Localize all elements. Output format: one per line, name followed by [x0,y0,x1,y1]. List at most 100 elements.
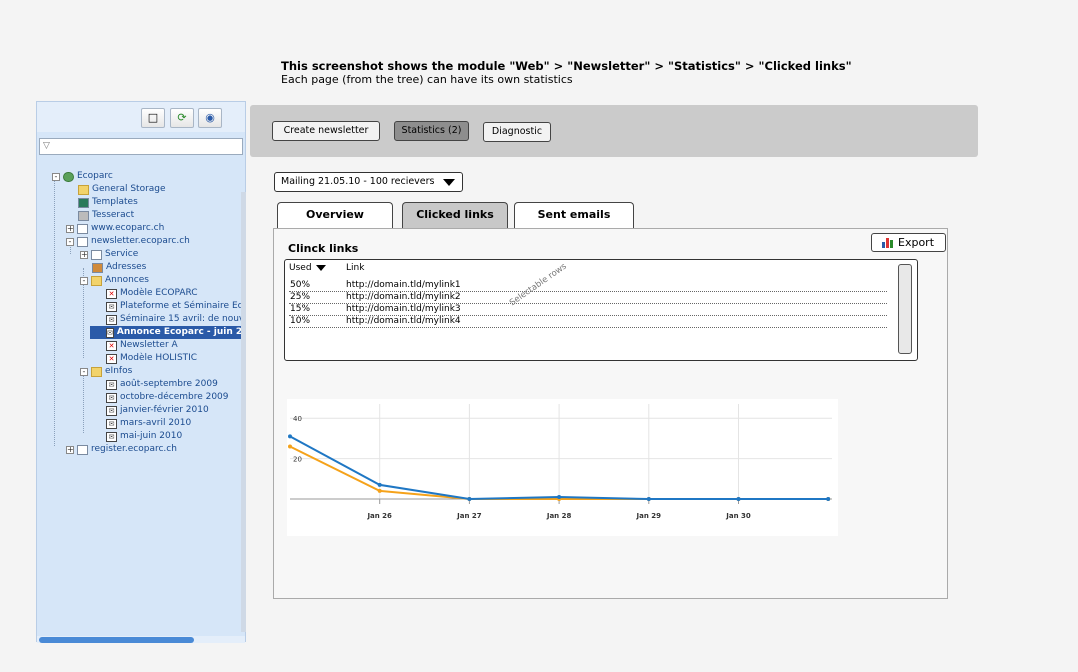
mailing-select[interactable]: Mailing 21.05.10 - 100 recievers [274,172,463,192]
mail-icon: ✉ [106,418,117,429]
panel-title: Clinck links [288,242,359,255]
globe-icon [63,171,74,182]
tree-toolbar: □ ⟳ ◉ [37,102,245,132]
tree-item-adresses[interactable]: Adresses [92,261,146,274]
tree-item-ecoparc[interactable]: - Ecoparc [52,170,113,183]
caption-title: This screenshot shows the module "Web" >… [281,59,852,73]
tree-item-www-ecoparc[interactable]: + www.ecoparc.ch [66,222,164,235]
data-point [736,497,741,501]
tab-sent-emails[interactable]: Sent emails [514,202,634,229]
tree-horizontal-scrollbar[interactable] [39,637,194,643]
x-tick-label: Jan 29 [636,512,662,520]
help-icon[interactable]: ◉ [198,108,222,128]
tab-overview[interactable]: Overview [277,202,393,229]
sort-down-icon [315,264,326,271]
screenshot-root: { "caption": { "title": "This screenshot… [0,0,1078,672]
clicked-links-panel: Clinck links Export Used Link 50% http:/… [273,228,948,599]
cell-used: 50% [290,280,311,290]
gear-icon [78,210,89,221]
tree-item-mars-avril[interactable]: ✉ mars-avril 2010 [106,417,191,430]
tree-item-aout-septembre[interactable]: ✉ août-septembre 2009 [106,378,218,391]
filter-icon: ▽ [43,141,50,151]
users-icon [92,262,103,273]
page-tree: - Ecoparc General Storage Templates Tess… [37,166,242,606]
x-tick-label: Jan 26 [366,512,392,520]
data-point [377,488,382,493]
tree-item-modele-holistic[interactable]: ✕ Modèle HOLISTIC [106,352,197,365]
export-button[interactable]: Export [871,233,946,252]
cell-used: 10% [290,316,311,326]
tree-item-modele-ecoparc[interactable]: ✕ Modèle ECOPARC [106,287,198,300]
data-point [826,497,831,501]
links-table: Used Link 50% http://domain.tld/mylink1 … [284,259,918,361]
expand-icon[interactable]: + [80,250,88,259]
tree-filter-input[interactable]: ▽ [39,138,243,155]
mail-icon: ✉ [106,405,117,416]
table-row[interactable]: 15% http://domain.tld/mylink3 [289,304,887,316]
page-icon [77,223,88,234]
tree-item-service[interactable]: + Service [80,248,138,261]
templates-icon [78,197,89,208]
cell-link: http://domain.tld/mylink1 [346,280,461,290]
page-icon [91,249,102,260]
table-row[interactable]: 25% http://domain.tld/mylink2 [289,292,887,304]
tree-item-templates[interactable]: Templates [78,196,138,209]
expand-icon[interactable]: + [66,224,74,233]
column-header-used[interactable]: Used [289,263,326,273]
tree-item-janvier-fevrier[interactable]: ✉ janvier-février 2010 [106,404,209,417]
tree-item-annonce-juin[interactable]: ✉ Annonce Ecoparc - juin 20 [90,326,242,339]
data-point [646,497,651,501]
tree-item-plateforme[interactable]: ✉ Plateforme et Séminaire Ecop [106,300,242,313]
mail-icon: ✉ [106,392,117,403]
data-point [377,482,382,487]
tree-vertical-scrollbar[interactable] [241,192,246,632]
column-header-link[interactable]: Link [346,263,364,273]
refresh-icon[interactable]: ⟳ [170,108,194,128]
collapse-icon[interactable]: - [80,276,88,285]
expand-icon[interactable]: + [66,445,74,454]
table-scrollbar[interactable] [898,264,912,354]
statistics-button[interactable]: Statistics (2) [394,121,469,141]
tree-item-general-storage[interactable]: General Storage [78,183,166,196]
tree-item-einfos[interactable]: - eInfos [80,365,132,378]
new-page-icon[interactable]: □ [141,108,165,128]
create-newsletter-button[interactable]: Create newsletter [272,121,380,141]
data-point [288,434,292,439]
data-point [557,494,562,499]
folder-icon [78,184,89,195]
tree-item-mai-juin[interactable]: ✉ mai-juin 2010 [106,430,182,443]
tree-item-register-ecoparc[interactable]: + register.ecoparc.ch [66,443,177,456]
page-tree-panel: □ ⟳ ◉ ▽ - Ecoparc General Storage Templa… [36,101,246,643]
folder-icon [91,366,102,377]
tree-item-newsletter-ecoparc[interactable]: - newsletter.ecoparc.ch [66,235,190,248]
table-row[interactable]: 50% http://domain.tld/mylink1 [289,280,887,292]
diagnostic-button[interactable]: Diagnostic [483,122,551,142]
cell-used: 25% [290,292,311,302]
tree-item-newsletter-a[interactable]: ✕ Newsletter A [106,339,178,352]
collapse-icon[interactable]: - [80,367,88,376]
tree-item-annonces[interactable]: - Annonces [80,274,149,287]
cell-link: http://domain.tld/mylink2 [346,292,461,302]
chart-icon [882,238,895,248]
tree-item-seminaire[interactable]: ✉ Séminaire 15 avril: de nouve [106,313,242,326]
folder-icon [91,275,102,286]
mail-icon: ✉ [106,314,117,325]
mail-icon: ✉ [106,327,114,338]
cell-link: http://domain.tld/mylink3 [346,304,461,314]
collapse-icon[interactable]: - [66,237,74,246]
y-tick-label: 20 [293,456,302,464]
module-toolbar: Create newsletter Statistics (2) Diagnos… [250,105,978,157]
mailing-select-value: Mailing 21.05.10 - 100 recievers [281,176,435,187]
mail-disabled-icon: ✕ [106,340,117,351]
tab-clicked-links[interactable]: Clicked links [402,202,508,229]
cell-used: 15% [290,304,311,314]
collapse-icon[interactable]: - [52,172,60,181]
tree-item-octobre-decembre[interactable]: ✉ octobre-décembre 2009 [106,391,229,404]
table-row[interactable]: 10% http://domain.tld/mylink4 [289,316,887,328]
mail-disabled-icon: ✕ [106,353,117,364]
mail-disabled-icon: ✕ [106,288,117,299]
chevron-down-icon [443,179,455,186]
tree-item-tesseract[interactable]: Tesseract [78,209,134,222]
export-label: Export [898,236,935,249]
x-tick-label: Jan 27 [456,512,482,520]
